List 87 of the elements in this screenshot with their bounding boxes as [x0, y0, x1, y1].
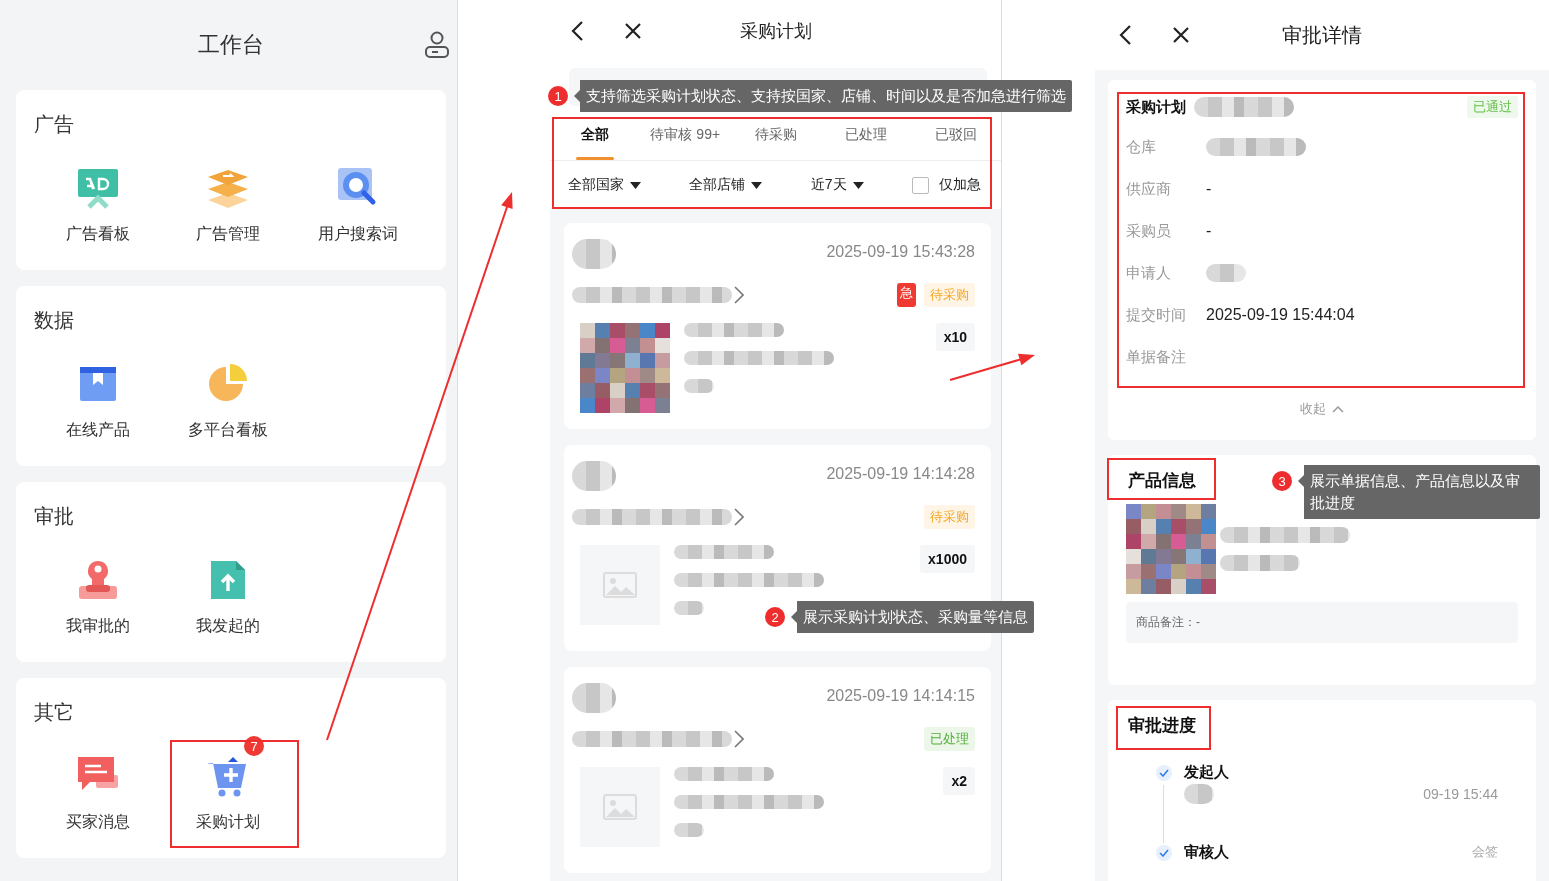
- chevron-icon[interactable]: [734, 508, 744, 526]
- app-shortcut[interactable]: 用户搜索词: [318, 166, 398, 244]
- status-tag: 待采购: [924, 505, 975, 529]
- app-shortcut[interactable]: 在线产品: [66, 362, 130, 440]
- layers-icon: [206, 167, 250, 209]
- blurred-text: [572, 461, 616, 491]
- page-title: 采购计划: [739, 20, 812, 43]
- quantity: x10: [935, 323, 975, 351]
- caret-icon: [630, 181, 641, 189]
- section-title: 审批进度: [1127, 715, 1196, 737]
- stamp-icon: [77, 559, 119, 601]
- field-label: 采购员: [1126, 221, 1172, 241]
- quantity: x2: [943, 767, 975, 795]
- blurred-text: [572, 683, 616, 713]
- filter-tab[interactable]: 全部: [550, 110, 641, 160]
- app-shortcut[interactable]: 采购计划: [196, 754, 260, 832]
- blurred-text: [1206, 264, 1246, 282]
- field-label: 提交时间: [1126, 305, 1187, 325]
- filter-tab[interactable]: 已驳回: [910, 110, 1001, 160]
- count-badge: 7: [244, 736, 264, 756]
- chevron-up-icon: [1332, 405, 1344, 413]
- box-icon: [78, 364, 118, 404]
- close-icon[interactable]: [1172, 26, 1190, 44]
- section-title: 其它: [34, 700, 74, 724]
- user-icon[interactable]: [424, 31, 450, 59]
- app-shortcut[interactable]: 买家消息: [66, 754, 130, 832]
- caret-icon: [852, 181, 864, 189]
- field-value: -: [1206, 222, 1212, 240]
- back-icon[interactable]: [1118, 24, 1132, 46]
- page-title: 工作台: [198, 31, 264, 59]
- back-icon[interactable]: [570, 20, 584, 42]
- field-value: 2025-09-19 15:44:04: [1206, 306, 1355, 324]
- order-time: 2025-09-19 15:43:28: [826, 243, 975, 261]
- blurred-text: [572, 239, 616, 269]
- blurred-text: [1184, 784, 1214, 804]
- app-shortcut[interactable]: 广告管理: [196, 166, 260, 244]
- blurred-text: [674, 823, 704, 837]
- section-title: 审批: [34, 504, 74, 528]
- field-label: 申请人: [1126, 263, 1172, 283]
- blurred-text: [684, 379, 714, 393]
- status-tag: 已处理: [924, 727, 975, 751]
- checkbox[interactable]: [911, 176, 929, 194]
- order-time: 2025-09-19 14:14:28: [826, 465, 975, 483]
- app-shortcut[interactable]: 多平台看板: [188, 362, 268, 440]
- step-tag: 会签: [1472, 843, 1498, 862]
- close-icon[interactable]: [624, 22, 642, 40]
- annotation-tooltip: 展示单据信息、产品信息以及审批进度: [1298, 465, 1540, 519]
- field-value: -: [1206, 180, 1212, 198]
- app-shortcut[interactable]: 广告看板: [66, 166, 130, 244]
- image-icon: [603, 794, 637, 820]
- chevron-icon[interactable]: [734, 730, 744, 748]
- tick-icon: [1159, 849, 1169, 857]
- product-note: 商品备注：-: [1126, 602, 1518, 643]
- order-time: 2025-09-19 14:14:15: [826, 687, 975, 705]
- filter-dropdown[interactable]: 全部国家: [568, 176, 641, 194]
- step-time: 09-19 15:44: [1423, 786, 1498, 802]
- checkbox-label: 仅加急: [938, 176, 981, 194]
- ad-icon: [77, 167, 119, 209]
- chevron-icon[interactable]: [734, 286, 744, 304]
- annotation-tooltip: 展示采购计划状态、采购量等信息: [791, 601, 1034, 633]
- plan-label: 采购计划: [1126, 97, 1186, 117]
- filter-tab[interactable]: 待采购: [730, 110, 821, 160]
- caret-icon: [751, 181, 763, 189]
- app-shortcut[interactable]: 我审批的: [66, 558, 130, 636]
- filter-dropdown[interactable]: 全部店铺: [689, 176, 763, 194]
- step-label: 发起人: [1184, 763, 1229, 782]
- section-title: 产品信息: [1127, 470, 1196, 492]
- urgent-tag: 急: [897, 283, 916, 307]
- status-tag: 已通过: [1467, 96, 1518, 118]
- section-title: 广告: [34, 112, 74, 136]
- annotation-tooltip: 支持筛选采购计划状态、支持按国家、店铺、时间以及是否加急进行筛选: [574, 80, 1072, 112]
- quantity: x1000: [920, 545, 975, 573]
- tick-icon: [1159, 769, 1169, 777]
- filter-tab[interactable]: 待审核 99+: [640, 110, 731, 160]
- upload-icon: [209, 559, 247, 601]
- section-title: 数据: [34, 308, 74, 332]
- field-label: 仓库: [1126, 137, 1157, 157]
- filter-tab[interactable]: 已处理: [820, 110, 911, 160]
- field-label: 单据备注: [1126, 347, 1187, 367]
- step-label: 审核人: [1184, 843, 1229, 862]
- blurred-text: [674, 601, 704, 615]
- image-icon: [603, 572, 637, 598]
- status-tag: 待采购: [924, 283, 975, 307]
- field-label: 供应商: [1126, 179, 1172, 199]
- filter-dropdown[interactable]: 近7天: [810, 176, 864, 194]
- page-title: 审批详情: [1282, 22, 1362, 48]
- app-shortcut[interactable]: 我发起的: [196, 558, 260, 636]
